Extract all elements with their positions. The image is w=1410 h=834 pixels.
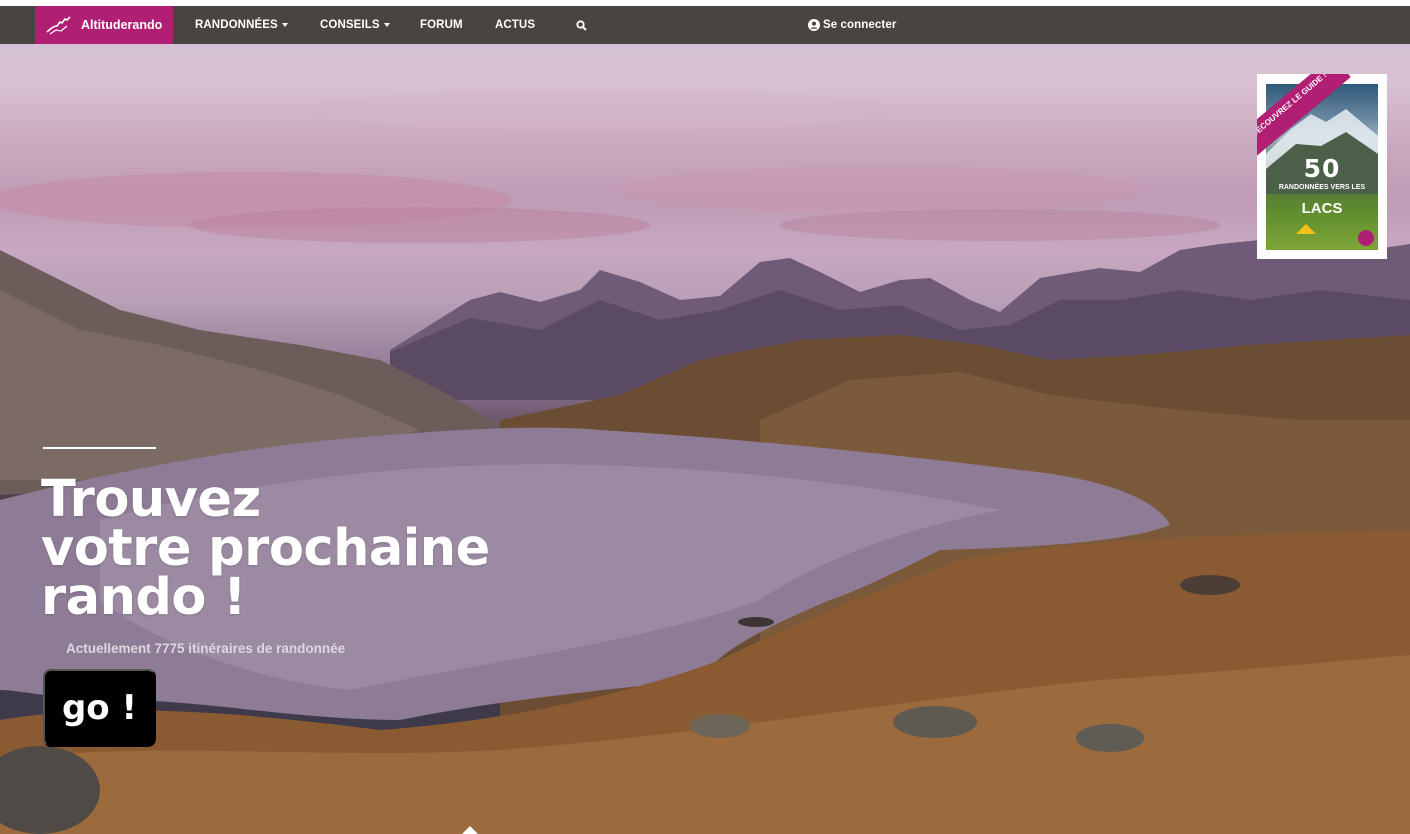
hero-background (0, 0, 1410, 834)
brand-logo-icon (46, 16, 71, 35)
guide-promo-card[interactable]: 50 RANDONNÉES VERS LES LACS DÉCOUVREZ LE… (1257, 74, 1387, 259)
landscape-image (0, 90, 1410, 834)
caret-down-icon (281, 23, 288, 27)
guide-badge (1358, 230, 1374, 246)
brand-link[interactable]: Altituderando (35, 6, 173, 44)
nav-item-conseils[interactable]: CONSEILS (320, 6, 390, 44)
nav-item-randonnees[interactable]: RANDONNÉES (195, 6, 288, 44)
nav-item-label: RANDONNÉES (195, 19, 278, 31)
itinerary-count-text: Actuellement 7775 itinéraires de randonn… (66, 641, 346, 656)
main-navbar: Altituderando RANDONNÉES CONSEILS FORUM … (0, 6, 1410, 44)
nav-item-label: CONSEILS (320, 19, 380, 31)
headline-line: rando ! (41, 568, 246, 627)
guide-title: LACS (1301, 200, 1343, 217)
login-link[interactable]: Se connecter (808, 6, 896, 44)
login-label: Se connecter (823, 19, 897, 31)
guide-subtitle: RANDONNÉES VERS LES (1278, 184, 1366, 191)
nav-item-forum[interactable]: FORUM (420, 6, 463, 44)
nav-item-label: ACTUS (495, 19, 536, 31)
user-icon (808, 19, 820, 31)
nav-item-actus[interactable]: ACTUS (495, 6, 535, 44)
scroll-up-arrow-icon[interactable] (462, 826, 478, 834)
nav-item-label: FORUM (420, 19, 463, 31)
headline-divider (43, 447, 156, 449)
headline-line: votre prochaine (41, 519, 490, 578)
search-icon[interactable] (576, 20, 587, 31)
caret-down-icon (383, 23, 390, 27)
brand-name: Altituderando (81, 18, 163, 32)
guide-number: 50 (1303, 154, 1341, 183)
headline-line: Trouvez (41, 470, 261, 529)
hero-headline: Trouvez votre prochaine rando ! (41, 470, 601, 627)
go-button[interactable]: go ! (43, 669, 156, 747)
